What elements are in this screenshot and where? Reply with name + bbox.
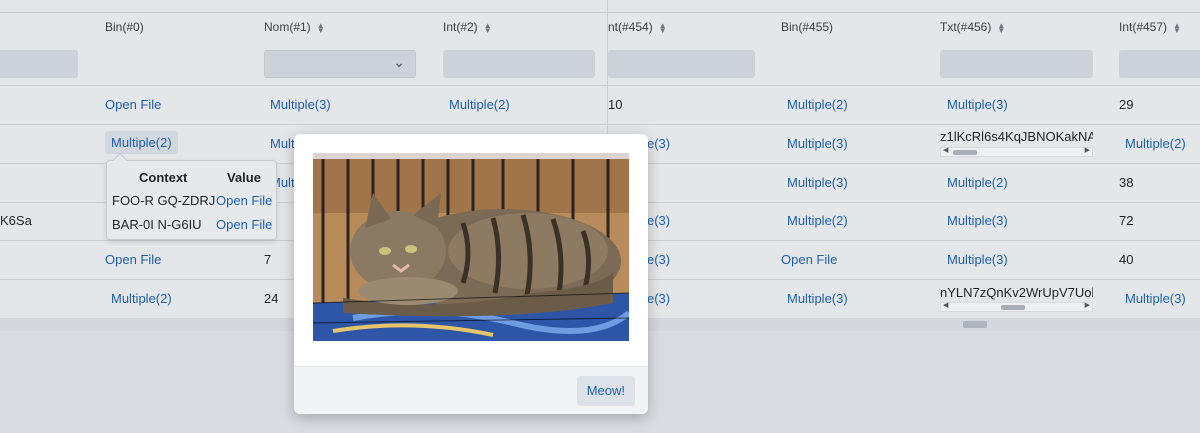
cell-link[interactable]: e(3) xyxy=(647,136,670,151)
column-header-bin-455[interactable]: Bin(#455) xyxy=(781,20,833,34)
scroll-right-icon[interactable]: ▶ xyxy=(1085,301,1090,309)
cell-link[interactable]: Open File xyxy=(105,97,161,112)
cell-link[interactable]: e(3) xyxy=(647,291,670,306)
cell-link[interactable]: Mult xyxy=(270,136,295,151)
chevron-down-icon: ⌄ xyxy=(393,54,405,70)
filter-input-txt-456[interactable] xyxy=(940,50,1093,78)
cell-value: 24 xyxy=(264,291,279,306)
cell-link[interactable]: Multiple(2) xyxy=(947,175,1008,190)
cell-value: K6Sa xyxy=(0,213,32,228)
cell-link[interactable]: Multiple(2) xyxy=(787,213,848,228)
grid-top-border xyxy=(0,12,1200,13)
column-header-int-457[interactable]: Int(#457) ▲ ▼ xyxy=(1119,20,1181,34)
cell-link[interactable]: Multiple(3) xyxy=(1125,291,1186,306)
scroll-right-icon[interactable]: ▶ xyxy=(1085,146,1090,154)
image-preview-modal: Meow! xyxy=(294,134,648,414)
scroll-left-icon[interactable]: ◀ xyxy=(943,146,948,154)
sort-icon[interactable]: ▲ ▼ xyxy=(317,21,325,34)
cell-link[interactable]: Multiple(2) xyxy=(787,97,848,112)
cell-link[interactable]: Multiple(2) xyxy=(111,291,172,306)
column-header-int-2[interactable]: Int(#2) ▲ ▼ xyxy=(443,20,492,34)
filter-input-first[interactable] xyxy=(0,50,78,78)
cell-link[interactable]: Multiple(3) xyxy=(947,252,1008,267)
cell-link[interactable]: Multiple(3) xyxy=(787,291,848,306)
popover-header-value: Value xyxy=(227,170,261,185)
cell-link[interactable]: Multiple(2) xyxy=(449,97,510,112)
cell-value: 10 xyxy=(608,97,623,112)
cell-scrollbar[interactable]: ◀ ▶ xyxy=(940,147,1093,157)
popover-open-file-link[interactable]: Open File xyxy=(216,193,272,208)
popover-open-file-link[interactable]: Open File xyxy=(216,217,272,232)
popover-context: FOO-R GQ-ZDRJ xyxy=(112,193,216,208)
cell-link[interactable]: Multiple(3) xyxy=(270,97,331,112)
cell-value: 7 xyxy=(264,252,272,267)
popover-header-context: Context xyxy=(139,170,188,185)
cat-photo xyxy=(313,153,629,341)
popover-context: BAR-0I N-G6IU xyxy=(112,217,202,232)
row-divider xyxy=(0,85,1200,86)
cell-text: z1lKcRl6s4KqJBNOKakNA xyxy=(940,129,1093,144)
cell-text: nYLN7zQnKv2WrUpV7Uok xyxy=(940,285,1093,300)
cell-link[interactable]: Multiple(3) xyxy=(947,97,1008,112)
cell-value: 38 xyxy=(1119,175,1134,190)
column-header-bin-0[interactable]: Bin(#0) xyxy=(105,20,144,34)
filter-input-454[interactable] xyxy=(608,50,755,78)
filter-input-int-457[interactable] xyxy=(1119,50,1200,78)
scroll-left-icon[interactable]: ◀ xyxy=(943,301,948,309)
cell-value: 29 xyxy=(1119,97,1134,112)
cell-link-active[interactable]: Multiple(2) xyxy=(105,131,178,154)
cell-link[interactable]: e(3) xyxy=(647,213,670,228)
cell-link[interactable]: Open File xyxy=(105,252,161,267)
row-divider xyxy=(0,124,1200,125)
sort-icon[interactable]: ▲ ▼ xyxy=(659,21,667,34)
cell-link[interactable]: Multiple(3) xyxy=(787,175,848,190)
modal-footer: Meow! xyxy=(294,366,648,414)
sort-icon[interactable]: ▲ ▼ xyxy=(484,21,492,34)
cell-link[interactable]: Multiple(2) xyxy=(1125,136,1186,151)
scroll-thumb[interactable] xyxy=(953,150,977,155)
cell-value: 72 xyxy=(1119,213,1134,228)
cell-link[interactable]: e(3) xyxy=(647,252,670,267)
meow-button[interactable]: Meow! xyxy=(576,376,635,406)
filter-select-nom[interactable]: ⌄ xyxy=(264,50,416,78)
column-header-454[interactable]: nt(#454) ▲ ▼ xyxy=(608,20,667,34)
column-header-txt-456[interactable]: Txt(#456) ▲ ▼ xyxy=(940,20,1005,34)
cell-link[interactable]: Multiple(3) xyxy=(787,136,848,151)
scroll-thumb[interactable] xyxy=(963,321,987,328)
cell-value: 40 xyxy=(1119,252,1134,267)
sort-icon[interactable]: ▲ ▼ xyxy=(997,21,1005,34)
filter-input-int-2[interactable] xyxy=(443,50,595,78)
scroll-thumb[interactable] xyxy=(1001,305,1025,310)
sort-icon[interactable]: ▲ ▼ xyxy=(1173,21,1181,34)
file-list-popover: Context Value FOO-R GQ-ZDRJ Open File BA… xyxy=(106,152,277,240)
cell-scrollbar[interactable]: ◀ ▶ xyxy=(940,302,1093,312)
cell-link[interactable]: Multiple(3) xyxy=(947,213,1008,228)
cell-link[interactable]: Open File xyxy=(781,252,837,267)
column-header-nom-1[interactable]: Nom(#1) ▲ ▼ xyxy=(264,20,325,34)
